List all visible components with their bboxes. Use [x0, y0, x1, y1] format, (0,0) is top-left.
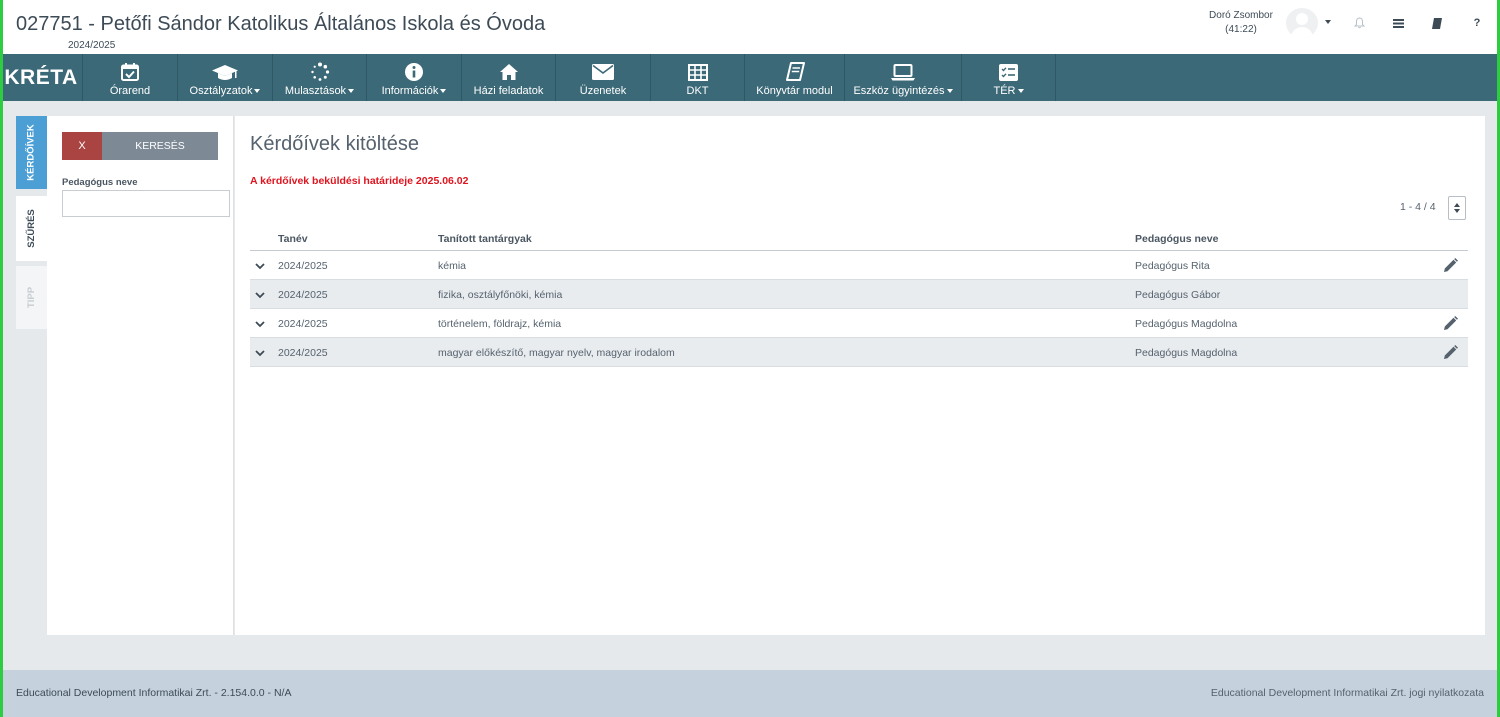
sort-up-icon	[1454, 203, 1460, 207]
nav-label-mulasztasok: Mulasztások	[284, 85, 347, 97]
nav-label-informaciok: Információk	[381, 85, 439, 97]
column-header-year[interactable]: Tanév	[278, 233, 308, 245]
footer: Educational Development Informatikai Zrt…	[0, 670, 1500, 717]
info-icon	[404, 61, 424, 83]
cell-year: 2024/2025	[278, 347, 328, 359]
nav-mulasztasok[interactable]: Mulasztások	[273, 54, 367, 101]
graduation-cap-icon	[211, 61, 239, 83]
user-name[interactable]: Doró Zsombor	[1200, 9, 1282, 23]
chevron-down-icon[interactable]	[255, 319, 265, 329]
cell-year: 2024/2025	[278, 318, 328, 330]
page-size-select[interactable]	[1448, 196, 1466, 220]
nav-label-dkt: DKT	[686, 85, 709, 97]
column-header-subjects[interactable]: Tanított tantárgyak	[438, 233, 532, 245]
chevron-down-icon[interactable]	[255, 290, 265, 300]
table-row[interactable]: 2024/2025 kémia Pedagógus Rita	[250, 251, 1468, 280]
pencil-icon[interactable]	[1442, 344, 1458, 360]
cell-teacher: Pedagógus Rita	[1135, 260, 1210, 272]
list-icon[interactable]	[1391, 16, 1405, 30]
dropdown-caret-icon	[440, 89, 447, 94]
nav-informaciok[interactable]: Információk	[367, 54, 462, 101]
cell-teacher: Pedagógus Magdolna	[1135, 347, 1238, 359]
chevron-down-icon[interactable]	[255, 261, 265, 271]
nav-osztalyzatok[interactable]: Osztályzatok	[178, 54, 273, 101]
teacher-name-label: Pedagógus neve	[62, 177, 138, 188]
user-avatar[interactable]	[1286, 8, 1318, 38]
cell-teacher: Pedagógus Magdolna	[1135, 318, 1238, 330]
chevron-down-icon[interactable]	[255, 348, 265, 358]
cell-subjects: fizika, osztályfőnöki, kémia	[438, 289, 563, 301]
dropdown-caret-icon	[254, 89, 261, 94]
cell-year: 2024/2025	[278, 260, 328, 272]
cell-teacher: Pedagógus Gábor	[1135, 289, 1221, 301]
sort-down-icon	[1454, 209, 1460, 213]
table-icon	[687, 61, 708, 83]
footer-version: Educational Development Informatikai Zrt…	[16, 687, 292, 699]
nav-orarend[interactable]: Órarend	[83, 54, 178, 101]
user-menu-caret-icon[interactable]	[1325, 20, 1331, 24]
dropdown-caret-icon	[946, 89, 953, 94]
nav-ter[interactable]: TÉR	[962, 54, 1056, 101]
cell-year: 2024/2025	[278, 289, 328, 301]
deadline-notice: A kérdőívek beküldési határideje 2025.06…	[250, 175, 469, 187]
main-navigation: KRÉTA Órarend Osztályzatok Mulasztások I…	[0, 54, 1500, 101]
book-icon[interactable]	[1430, 16, 1444, 30]
search-button[interactable]: KERESÉS	[102, 132, 218, 160]
session-timer: (41:22)	[1225, 24, 1257, 35]
home-icon	[499, 61, 519, 83]
book-icon	[785, 61, 805, 83]
school-title: 027751 - Petőfi Sándor Katolikus Általán…	[16, 13, 546, 35]
nav-eszkoz-ugyintezes[interactable]: Eszköz ügyintézés	[845, 54, 962, 101]
bell-icon[interactable]	[1352, 16, 1366, 30]
window-border-left	[0, 0, 3, 717]
main-content: Kérdőívek kitöltése A kérdőívek beküldés…	[235, 116, 1485, 635]
clear-filter-button[interactable]: X	[62, 132, 102, 160]
nav-konyvtar-modul[interactable]: Könyvtár modul	[745, 54, 845, 101]
nav-hazi-feladatok[interactable]: Házi feladatok	[462, 54, 556, 101]
table-row[interactable]: 2024/2025 fizika, osztályfőnöki, kémia P…	[250, 280, 1468, 309]
side-tab-kerdoivek-label: KÉRDŐÍVEK	[26, 124, 38, 181]
dropdown-caret-icon	[1017, 89, 1024, 94]
nav-label-konyvtar-modul: Könyvtár modul	[756, 85, 833, 97]
nav-label-hazi-feladatok: Házi feladatok	[473, 85, 544, 97]
teacher-name-input[interactable]	[62, 190, 230, 217]
top-header: 027751 - Petőfi Sándor Katolikus Általán…	[0, 0, 1500, 54]
page-title: Kérdőívek kitöltése	[250, 133, 419, 155]
nav-label-eszkoz-ugyintezes: Eszköz ügyintézés	[853, 85, 945, 97]
filter-panel: X KERESÉS Pedagógus neve	[47, 116, 234, 635]
column-header-teacher[interactable]: Pedagógus neve	[1135, 233, 1218, 245]
school-year: 2024/2025	[68, 40, 116, 51]
questionnaire-grid: Tanév Tanított tantárgyak Pedagógus neve…	[250, 229, 1468, 367]
cell-subjects: kémia	[438, 260, 467, 272]
spinner-icon	[310, 61, 330, 83]
envelope-icon	[592, 61, 614, 83]
nav-label-orarend: Órarend	[109, 85, 151, 97]
checklist-icon	[999, 61, 1018, 83]
cell-subjects: magyar előkészítő, magyar nyelv, magyar …	[438, 347, 675, 359]
side-tab-tipp[interactable]: TIPP	[16, 266, 47, 329]
pencil-icon[interactable]	[1442, 257, 1458, 273]
nav-label-uzenetek: Üzenetek	[579, 85, 627, 97]
nav-uzenetek[interactable]: Üzenetek	[556, 54, 651, 101]
calendar-check-icon	[120, 61, 140, 83]
pager-info: 1 - 4 / 4	[1400, 201, 1436, 213]
pencil-icon[interactable]	[1442, 315, 1458, 331]
laptop-icon	[891, 61, 915, 83]
side-tab-szures[interactable]: SZŰRÉS	[16, 196, 47, 261]
dropdown-caret-icon	[348, 89, 355, 94]
table-row[interactable]: 2024/2025 történelem, földrajz, kémia Pe…	[250, 309, 1468, 338]
grid-header: Tanév Tanított tantárgyak Pedagógus neve	[250, 229, 1468, 251]
nav-dkt[interactable]: DKT	[651, 54, 745, 101]
side-tab-kerdoivek[interactable]: KÉRDŐÍVEK	[16, 116, 47, 189]
kreta-logo[interactable]: KRÉTA	[0, 54, 83, 101]
nav-label-osztalyzatok: Osztályzatok	[189, 85, 253, 97]
table-row[interactable]: 2024/2025 magyar előkészítő, magyar nyel…	[250, 338, 1468, 367]
help-icon[interactable]: ?	[1470, 16, 1484, 30]
cell-subjects: történelem, földrajz, kémia	[438, 318, 562, 330]
side-tab-tipp-label: TIPP	[26, 286, 37, 309]
nav-label-ter: TÉR	[993, 85, 1016, 97]
legal-notice-link[interactable]: Educational Development Informatikai Zrt…	[1211, 687, 1484, 699]
side-tab-szures-label: SZŰRÉS	[26, 209, 38, 248]
